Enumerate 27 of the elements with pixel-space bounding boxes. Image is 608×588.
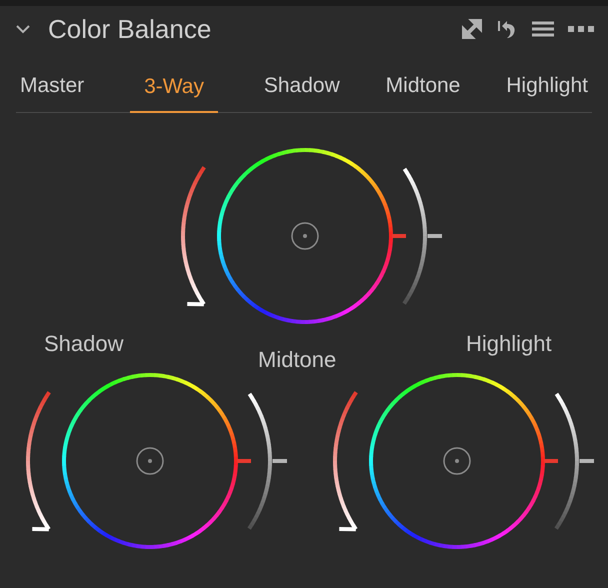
hue-handle[interactable] [237,458,251,462]
left-slider[interactable] [181,166,206,306]
left-slider[interactable] [26,390,51,531]
color-wheel[interactable] [217,148,393,324]
wheel-label: Midtone [258,346,336,374]
center-handle[interactable] [443,446,471,474]
expand-icon[interactable] [462,19,482,39]
center-handle[interactable] [136,446,164,474]
menu-icon[interactable] [532,21,554,37]
left-slider[interactable] [333,390,358,531]
right-slider[interactable] [554,392,594,530]
color-wheel[interactable] [369,372,545,548]
tab[interactable]: Shadow [264,70,340,112]
tab[interactable]: Master [20,70,84,112]
hue-handle[interactable] [392,234,406,238]
wheel-label: Shadow [44,330,124,358]
wheel-label: Highlight [466,330,552,358]
color-wheel[interactable] [62,372,238,548]
panel-title: Color Balance [48,12,212,46]
tab[interactable]: Highlight [506,70,588,112]
tab[interactable]: Midtone [386,70,460,112]
center-handle[interactable] [291,222,319,250]
more-icon[interactable] [568,26,594,32]
tab[interactable]: 3-Way [130,70,218,112]
right-slider[interactable] [247,392,287,530]
hue-handle[interactable] [544,458,558,462]
right-slider[interactable] [402,167,442,304]
